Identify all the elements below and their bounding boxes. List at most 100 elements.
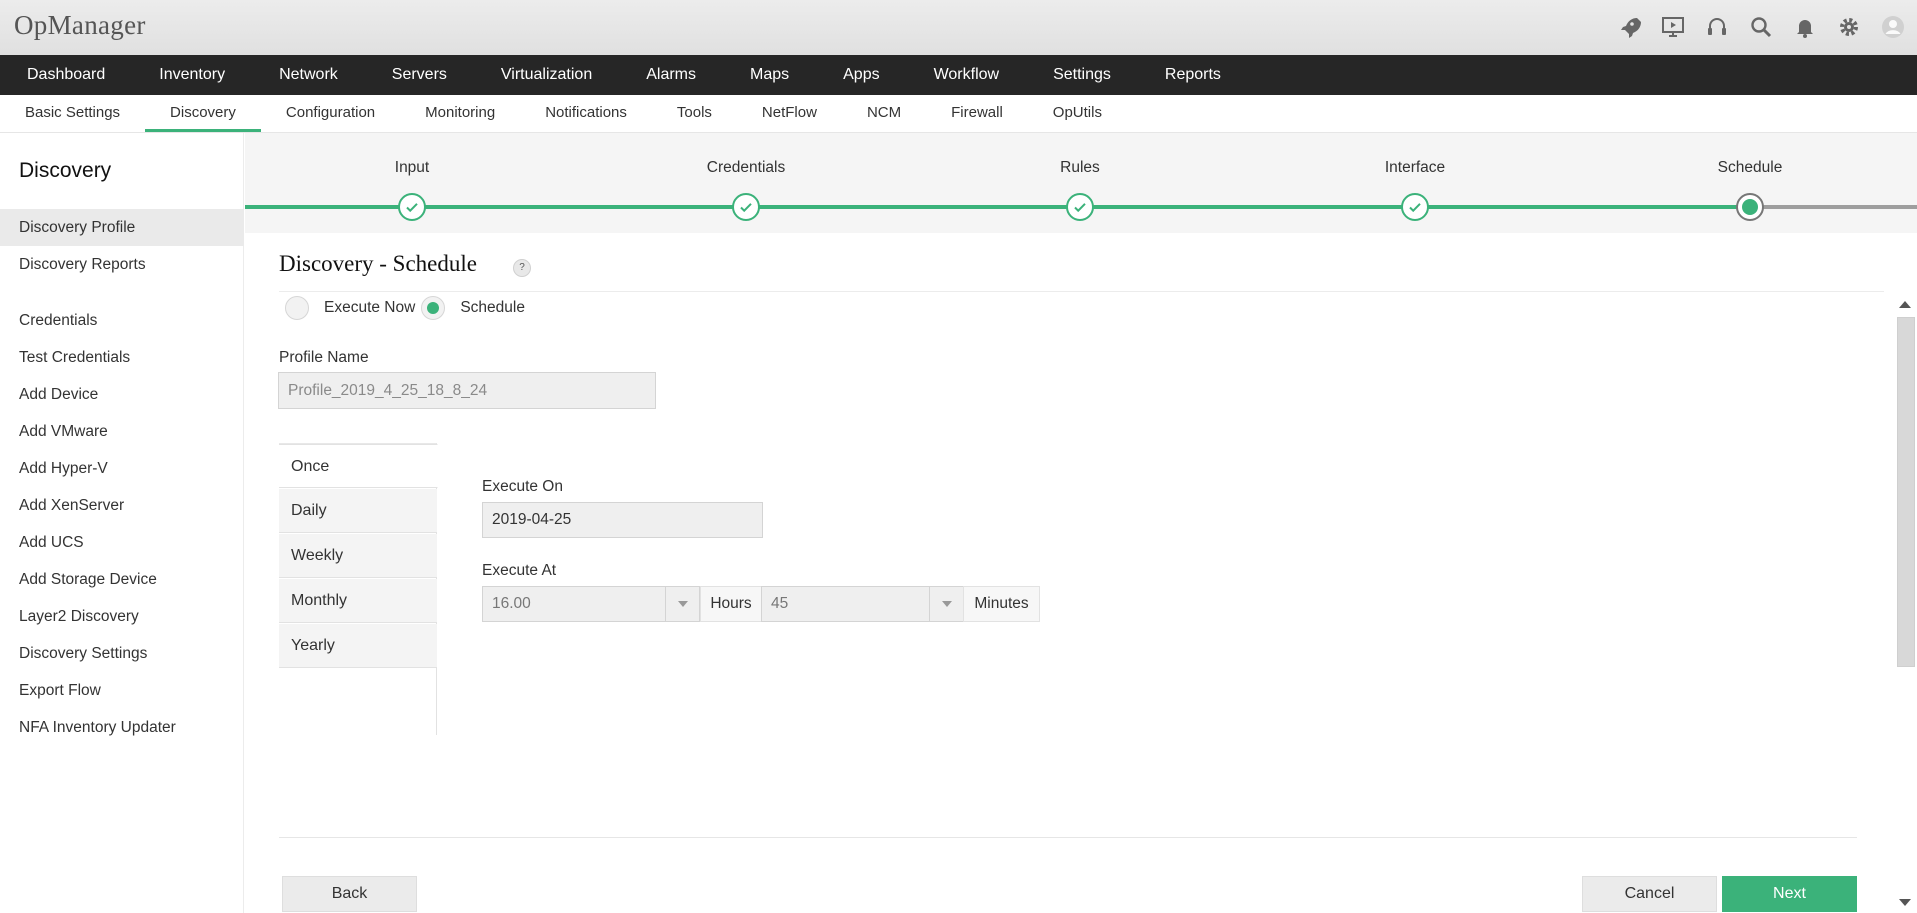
search-icon[interactable] [1745, 11, 1777, 43]
subnav-ncm[interactable]: NCM [842, 95, 926, 132]
bell-icon[interactable] [1789, 11, 1821, 43]
execution-mode: Execute Now Schedule [285, 293, 531, 323]
tab-monthly[interactable]: Monthly [279, 579, 437, 623]
user-avatar-icon[interactable] [1877, 11, 1909, 43]
sub-nav: Basic Settings Discovery Configuration M… [0, 95, 1917, 133]
nav-virtualization[interactable]: Virtualization [474, 55, 619, 95]
profile-name-field[interactable]: Profile_2019_4_25_18_8_24 [278, 372, 656, 409]
sidebar-item-add-ucs[interactable]: Add UCS [0, 524, 244, 561]
nav-settings[interactable]: Settings [1026, 55, 1138, 95]
minutes-label: Minutes [963, 586, 1040, 622]
nav-workflow[interactable]: Workflow [907, 55, 1027, 95]
wizard-step-rules-label: Rules [1060, 159, 1100, 176]
wizard-remaining-line [1750, 205, 1917, 209]
wizard-step-credentials[interactable] [732, 193, 760, 221]
sidebar-item-add-xenserver[interactable]: Add XenServer [0, 487, 244, 524]
minutes-value: 45 [771, 595, 789, 612]
schedule-label[interactable]: Schedule [460, 299, 525, 317]
sidebar-item-add-storage-device[interactable]: Add Storage Device [0, 561, 244, 598]
subnav-tools[interactable]: Tools [652, 95, 737, 132]
sidebar-item-layer2-discovery[interactable]: Layer2 Discovery [0, 598, 244, 635]
tab-daily[interactable]: Daily [279, 489, 437, 533]
sidebar-item-export-flow[interactable]: Export Flow [0, 672, 244, 709]
subnav-firewall[interactable]: Firewall [926, 95, 1028, 132]
check-icon [1074, 203, 1086, 213]
scroll-thumb[interactable] [1897, 317, 1915, 667]
current-step-dot [1742, 199, 1758, 215]
wizard-step-credentials-label: Credentials [706, 159, 786, 176]
sidebar-item-discovery-settings[interactable]: Discovery Settings [0, 635, 244, 672]
chevron-down-icon[interactable] [929, 587, 963, 621]
scroll-down-icon[interactable] [1899, 899, 1911, 906]
execute-now-radio[interactable] [285, 296, 309, 320]
execute-at-label: Execute At [482, 562, 557, 579]
presentation-icon[interactable] [1657, 11, 1689, 43]
gear-icon[interactable] [1833, 11, 1865, 43]
rocket-icon[interactable] [1613, 11, 1645, 43]
app-header: OpManager [0, 0, 1917, 55]
wizard-step-input-label: Input [394, 159, 430, 176]
wizard-steps: Input Credentials Rules Interface Schedu… [245, 133, 1917, 233]
subnav-notifications[interactable]: Notifications [520, 95, 652, 132]
nav-apps[interactable]: Apps [816, 55, 906, 95]
sidebar-item-test-credentials[interactable]: Test Credentials [0, 339, 244, 376]
schedule-radio[interactable] [421, 296, 446, 320]
check-icon [1409, 203, 1421, 213]
tab-yearly[interactable]: Yearly [279, 624, 437, 668]
wizard-step-interface-label: Interface [1384, 159, 1446, 176]
page-title: Discovery - Schedule [279, 251, 477, 276]
headset-icon[interactable] [1701, 11, 1733, 43]
nav-inventory[interactable]: Inventory [132, 55, 252, 95]
nav-reports[interactable]: Reports [1138, 55, 1248, 95]
hours-label: Hours [700, 586, 762, 622]
hours-value: 16.00 [492, 595, 531, 612]
sidebar-title: Discovery [19, 159, 112, 182]
sidebar-item-add-device[interactable]: Add Device [0, 376, 244, 413]
nav-alarms[interactable]: Alarms [619, 55, 723, 95]
nav-dashboard[interactable]: Dashboard [0, 55, 132, 95]
cancel-button[interactable]: Cancel [1582, 876, 1717, 912]
subnav-monitoring[interactable]: Monitoring [400, 95, 520, 132]
sidebar-item-add-hyper-v[interactable]: Add Hyper-V [0, 450, 244, 487]
wizard-step-rules[interactable] [1066, 193, 1094, 221]
hours-select[interactable]: 16.00 [482, 586, 700, 622]
subnav-configuration[interactable]: Configuration [261, 95, 400, 132]
radio-selected-dot [427, 302, 440, 314]
subnav-oputils[interactable]: OpUtils [1028, 95, 1127, 132]
back-button[interactable]: Back [282, 876, 417, 912]
content-area: Input Credentials Rules Interface Schedu… [245, 133, 1917, 913]
frequency-tabs: Once Daily Weekly Monthly Yearly [279, 443, 438, 735]
subnav-discovery[interactable]: Discovery [145, 95, 261, 132]
chevron-down-icon[interactable] [665, 587, 699, 621]
nav-servers[interactable]: Servers [365, 55, 474, 95]
app-logo[interactable]: OpManager [14, 10, 146, 41]
wizard-step-schedule[interactable] [1736, 193, 1764, 221]
wizard-step-schedule-label: Schedule [1717, 159, 1783, 176]
sidebar-item-add-vmware[interactable]: Add VMware [0, 413, 244, 450]
wizard-step-input[interactable] [398, 193, 426, 221]
tab-once[interactable]: Once [279, 444, 438, 488]
header-icons [1613, 10, 1909, 44]
execute-on-date-field[interactable]: 2019-04-25 [482, 502, 763, 538]
scroll-up-icon[interactable] [1899, 301, 1911, 308]
title-divider [279, 291, 1884, 292]
help-icon[interactable]: ? [513, 259, 531, 277]
minutes-select[interactable]: 45 [761, 586, 964, 622]
vertical-scrollbar[interactable] [1893, 293, 1917, 913]
profile-name-label: Profile Name [279, 349, 369, 366]
execute-now-label[interactable]: Execute Now [324, 299, 415, 317]
subnav-netflow[interactable]: NetFlow [737, 95, 842, 132]
sidebar-item-nfa-inventory-updater[interactable]: NFA Inventory Updater [0, 709, 244, 746]
tab-weekly[interactable]: Weekly [279, 534, 437, 578]
sidebar-item-discovery-reports[interactable]: Discovery Reports [0, 246, 244, 283]
sidebar-item-discovery-profile[interactable]: Discovery Profile [0, 209, 244, 246]
main-nav: Dashboard Inventory Network Servers Virt… [0, 55, 1917, 95]
sidebar-item-credentials[interactable]: Credentials [0, 302, 244, 339]
nav-maps[interactable]: Maps [723, 55, 816, 95]
sidebar: Discovery Discovery Profile Discovery Re… [0, 133, 244, 913]
next-button[interactable]: Next [1722, 876, 1857, 912]
check-icon [406, 203, 418, 213]
subnav-basic-settings[interactable]: Basic Settings [0, 95, 145, 132]
wizard-step-interface[interactable] [1401, 193, 1429, 221]
nav-network[interactable]: Network [252, 55, 365, 95]
